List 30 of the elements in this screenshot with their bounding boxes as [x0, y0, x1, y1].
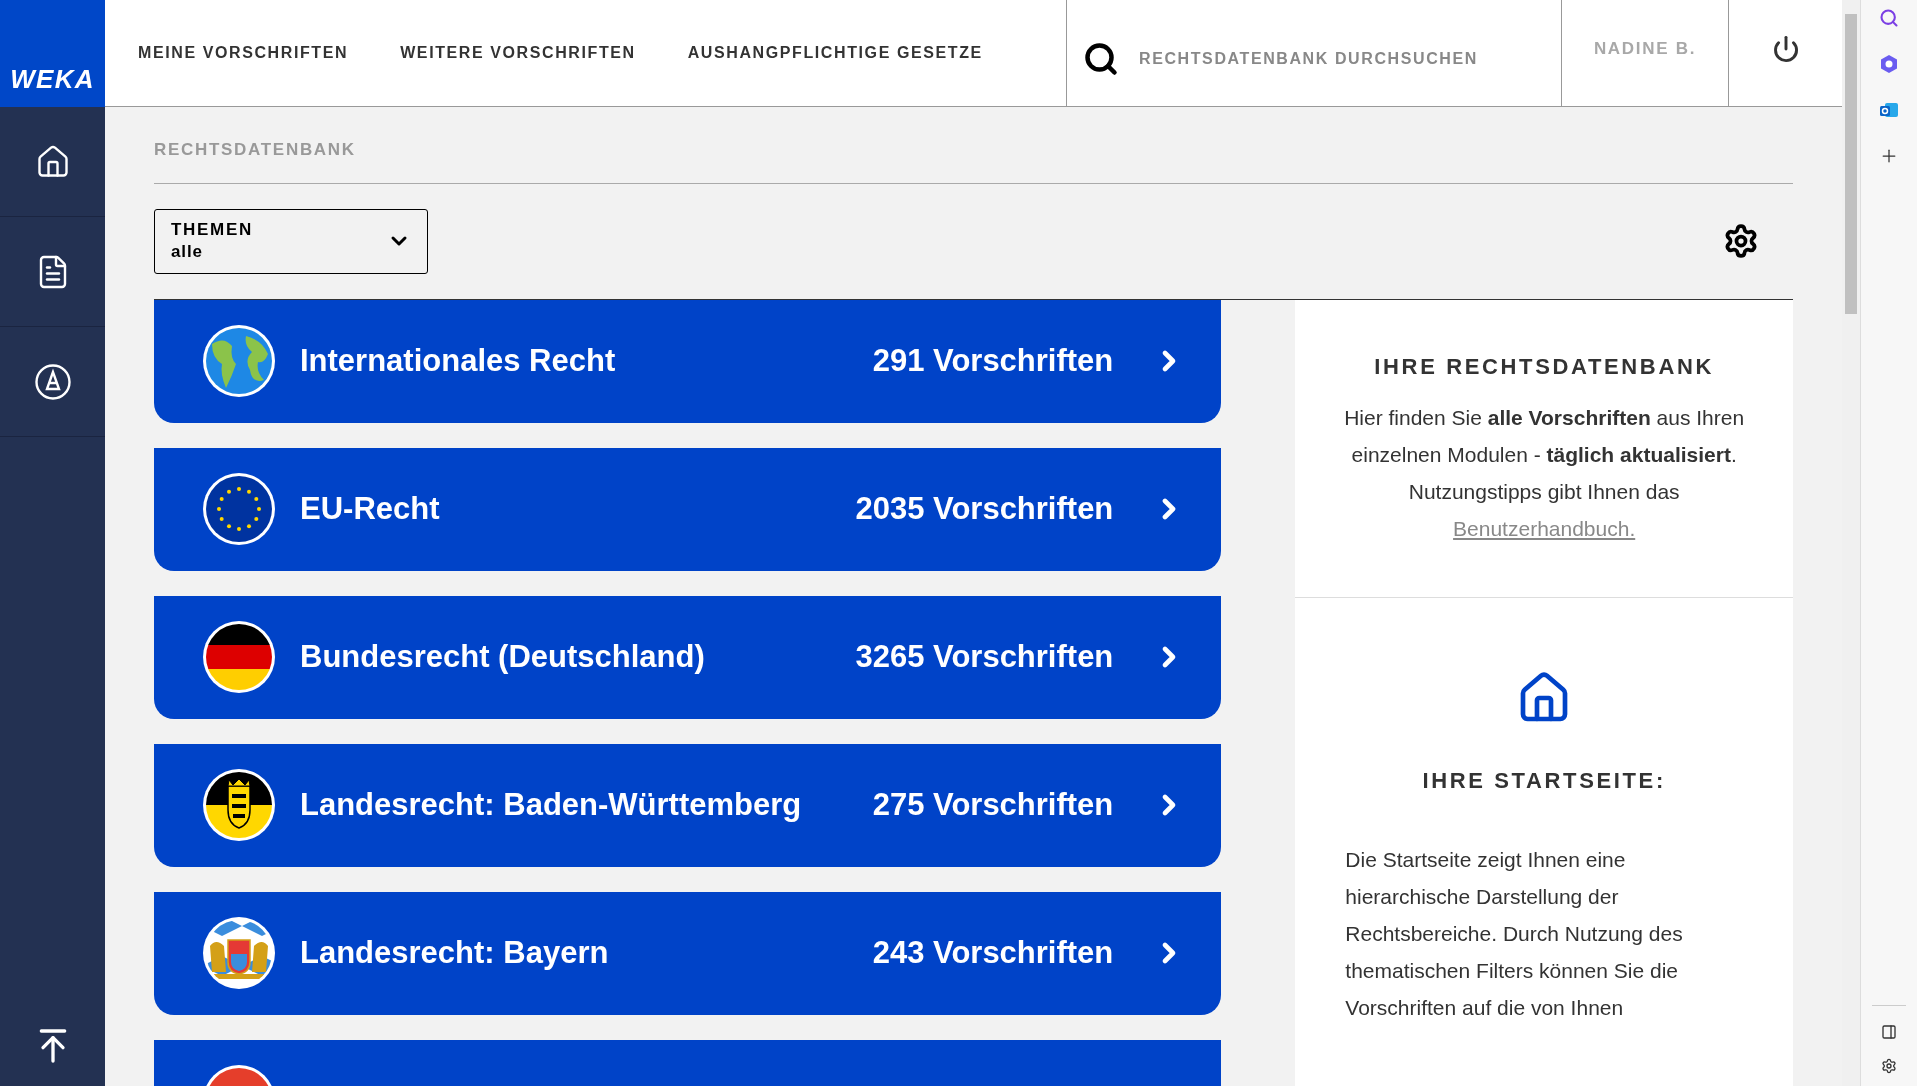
- category-card[interactable]: EU-Recht 2035 Vorschriften: [154, 447, 1222, 571]
- coat-of-arms-icon: [202, 916, 276, 990]
- nav-link[interactable]: MEINE VORSCHRIFTEN: [138, 41, 349, 65]
- nav-link[interactable]: WEITERE VORSCHRIFTEN: [400, 41, 636, 65]
- cone-icon[interactable]: [33, 362, 72, 401]
- coat-of-arms-icon: [202, 768, 276, 842]
- settings-icon[interactable]: [1881, 1058, 1897, 1074]
- nav-link[interactable]: AUSHANGPFLICHTIGE GESETZE: [687, 41, 983, 65]
- germany-flag-icon: [202, 620, 276, 694]
- panel-title: IHRE RECHTSDATENBANK: [1374, 352, 1714, 381]
- category-card[interactable]: Landesrecht: Baden-Württemberg 275 Vorschriften: [154, 743, 1222, 867]
- settings-icon[interactable]: [1723, 223, 1759, 259]
- manual-link[interactable]: Benutzerhandbuch.: [1453, 516, 1636, 540]
- start-text: Die Startseite zeigt Ihnen eine hierarchische Darstellung der Rechtsbereiche. Durch Nutzung des thematischen Filters können Sie die Vorschriften auf die von Ihnen: [1344, 846, 1684, 1021]
- category-card[interactable]: Internationales Recht 291 Vorschriften: [154, 299, 1222, 423]
- search-icon[interactable]: [1879, 8, 1899, 28]
- category-card[interactable]: Landesrecht: Bayern 243 Vorschriften: [154, 891, 1222, 1015]
- search-field[interactable]: RECHTSDATENBANK DURCHSUCHEN: [1139, 47, 1539, 71]
- globe-icon: [202, 324, 276, 398]
- search-icon: [1083, 41, 1119, 77]
- category-card[interactable]: Bundesrecht (Deutschland) 3265 Vorschriften: [154, 595, 1222, 719]
- info-text: Hier finden Sie alle Vorschriften aus Ihren einzelnen Modulen - täglich aktualisiert. Nutzungstipps gibt Ihnen das Benutzerhandbuch.: [1343, 404, 1746, 542]
- panel-title: IHRE STARTSEITE:: [1422, 766, 1666, 795]
- sidebar-toggle-icon[interactable]: [1881, 1024, 1897, 1040]
- mail-app-icon[interactable]: [1879, 100, 1899, 120]
- theme-dropdown[interactable]: THEMEN alle: [154, 208, 428, 274]
- power-icon[interactable]: [1771, 35, 1800, 63]
- logo[interactable]: WEKA: [0, 0, 105, 107]
- hexagon-icon[interactable]: [1879, 54, 1899, 74]
- eu-flag-icon: [202, 472, 276, 546]
